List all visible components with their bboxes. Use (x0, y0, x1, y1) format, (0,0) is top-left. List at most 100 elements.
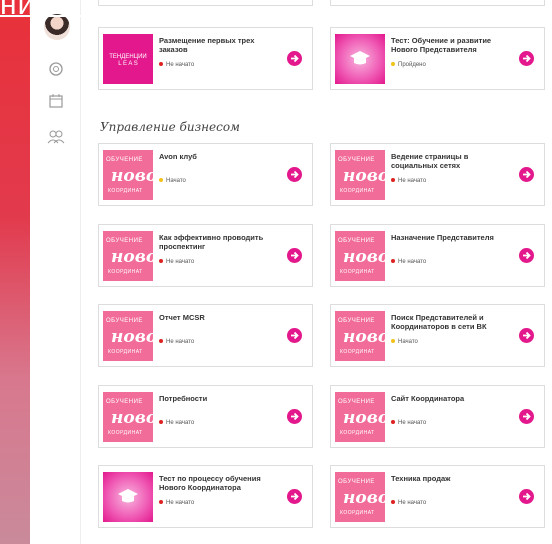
course-title[interactable]: Техника продаж (391, 474, 511, 483)
arrow-right-icon[interactable] (519, 167, 534, 182)
status-label: Не начато (166, 339, 195, 345)
graduation-cap-icon (350, 51, 370, 65)
search-icon[interactable] (46, 60, 66, 80)
course-title[interactable]: Как эффективно проводить проспектинг (159, 233, 279, 251)
status-dot (159, 500, 163, 505)
thumbnail-text: ново (111, 408, 153, 428)
course-thumbnail: ОБУЧЕНИЕ ново КООРДИНАТ (335, 472, 385, 522)
course-title[interactable]: Сайт Координатора (391, 394, 511, 403)
arrow-right-icon[interactable] (519, 489, 534, 504)
sidebar-rail (30, 0, 81, 544)
course-card[interactable]: ОБУЧЕНИЕ ново КООРДИНАТ Назначение Представ… (330, 224, 545, 287)
arrow-right-icon[interactable] (287, 409, 302, 424)
course-card[interactable]: Тест по процессу обучения Нового Координ… (98, 465, 313, 528)
course-card[interactable]: Тест: Обучение и развитие Нового Предста… (330, 27, 545, 90)
course-title[interactable]: Поиск Представителей и Координаторов в с… (391, 313, 511, 331)
thumbnail-text: ново (343, 166, 385, 186)
arrow-right-icon[interactable] (287, 167, 302, 182)
course-thumbnail: ОБУЧЕНИЕ ново КООРДИНАТ (335, 150, 385, 200)
course-status: Не начато (159, 259, 194, 265)
course-card[interactable]: ОБУЧЕНИЕ ново КООРДИНАТ Поиск Представителе… (330, 304, 545, 367)
thumbnail-text: ОБУЧЕНИЕ (106, 318, 143, 324)
course-status: Не начато (159, 62, 194, 68)
status-label: Пройдено (398, 62, 426, 68)
course-status: Не начато (159, 339, 194, 345)
status-label: Не начато (166, 500, 195, 506)
course-title[interactable]: Отчет MCSR (159, 313, 279, 322)
graduation-cap-icon (118, 489, 138, 503)
card-stub (98, 0, 313, 6)
thumbnail-text: ОБУЧЕНИЕ (338, 399, 375, 405)
thumbnail-text: ново (111, 247, 153, 267)
status-dot (391, 500, 395, 505)
course-card[interactable]: ОБУЧЕНИЕ ново КООРДИНАТ Сайт Координатора Не… (330, 385, 545, 448)
status-dot (159, 339, 163, 344)
thumbnail-text: ново (343, 488, 385, 508)
thumbnail-text: ОБУЧЕНИЕ (106, 399, 143, 405)
status-label: Начато (398, 339, 418, 345)
course-title[interactable]: Назначение Представителя (391, 233, 511, 242)
course-card[interactable]: ОБУЧЕНИЕ ново КООРДИНАТ Avon клуб Начато (98, 143, 313, 206)
course-title[interactable]: Avon клуб (159, 152, 279, 161)
course-thumbnail: ОБУЧЕНИЕ ново КООРДИНАТ (103, 231, 153, 281)
thumbnail-text: ОБУЧЕНИЕ (338, 157, 375, 163)
arrow-right-icon[interactable] (519, 248, 534, 263)
thumbnail-text: ново (111, 166, 153, 186)
course-card[interactable]: ОБУЧЕНИЕ ново КООРДИНАТ Отчет MCSR Не начато (98, 304, 313, 367)
status-label: Не начато (166, 62, 195, 68)
thumbnail-text: ОБУЧЕНИЕ (338, 318, 375, 324)
thumbnail-text: КООРДИНАТ (340, 269, 375, 275)
people-icon[interactable] (46, 128, 66, 148)
status-dot (159, 62, 163, 67)
course-status: Не начато (391, 259, 426, 265)
status-dot (391, 259, 395, 264)
arrow-right-icon[interactable] (519, 409, 534, 424)
arrow-right-icon[interactable] (519, 328, 534, 343)
course-thumbnail (103, 472, 153, 522)
course-status: Не начато (159, 420, 194, 426)
course-title[interactable]: Ведение страницы в социальных сетях (391, 152, 511, 170)
course-title[interactable]: Потребности (159, 394, 279, 403)
section-title: Управление бизнесом (100, 120, 241, 134)
thumbnail-text: ново (343, 247, 385, 267)
course-thumbnail: ОБУЧЕНИЕ ново КООРДИНАТ (103, 311, 153, 361)
status-label: Не начато (398, 500, 427, 506)
course-status: Не начато (391, 500, 426, 506)
arrow-right-icon[interactable] (287, 51, 302, 66)
course-thumbnail: ОБУЧЕНИЕ ново КООРДИНАТ (335, 231, 385, 281)
status-label: Начато (166, 178, 186, 184)
status-label: Не начато (166, 420, 195, 426)
thumbnail-text: КООРДИНАТ (108, 430, 143, 436)
arrow-right-icon[interactable] (287, 248, 302, 263)
course-title[interactable]: Размещение первых трех заказов (159, 36, 279, 54)
brand-logo-text: ТЕНДЕНЦИИ L E A S (109, 54, 147, 67)
status-dot (391, 339, 395, 344)
course-status: Начато (159, 178, 186, 184)
thumbnail-text: ОБУЧЕНИЕ (338, 238, 375, 244)
status-dot (159, 259, 163, 264)
course-thumbnail: ОБУЧЕНИЕ ново КООРДИНАТ (335, 311, 385, 361)
status-label: Не начато (398, 259, 427, 265)
card-stub (330, 0, 545, 6)
thumbnail-text: ново (343, 408, 385, 428)
course-card[interactable]: ТЕНДЕНЦИИ L E A S Размещение первых трех … (98, 27, 313, 90)
arrow-right-icon[interactable] (287, 328, 302, 343)
course-title[interactable]: Тест: Обучение и развитие Нового Предста… (391, 36, 511, 54)
thumbnail-text: КООРДИНАТ (340, 430, 375, 436)
thumbnail-text: КООРДИНАТ (340, 188, 375, 194)
calendar-icon[interactable] (46, 92, 66, 112)
course-card[interactable]: ОБУЧЕНИЕ ново КООРДИНАТ Как эффективно пров… (98, 224, 313, 287)
course-thumbnail: ТЕНДЕНЦИИ L E A S (103, 34, 153, 84)
arrow-right-icon[interactable] (519, 51, 534, 66)
status-dot (391, 420, 395, 425)
thumbnail-text: ново (111, 327, 153, 347)
thumbnail-text: КООРДИНАТ (108, 269, 143, 275)
course-status: Не начато (391, 420, 426, 426)
course-card[interactable]: ОБУЧЕНИЕ ново КООРДИНАТ Ведение страницы в … (330, 143, 545, 206)
status-dot (391, 178, 395, 183)
course-card[interactable]: ОБУЧЕНИЕ ново КООРДИНАТ Потребности Не начат… (98, 385, 313, 448)
thumbnail-text: ОБУЧЕНИЕ (338, 479, 375, 485)
course-card[interactable]: ОБУЧЕНИЕ ново КООРДИНАТ Техника продаж Не на… (330, 465, 545, 528)
arrow-right-icon[interactable] (287, 489, 302, 504)
course-title[interactable]: Тест по процессу обучения Нового Координ… (159, 474, 279, 492)
